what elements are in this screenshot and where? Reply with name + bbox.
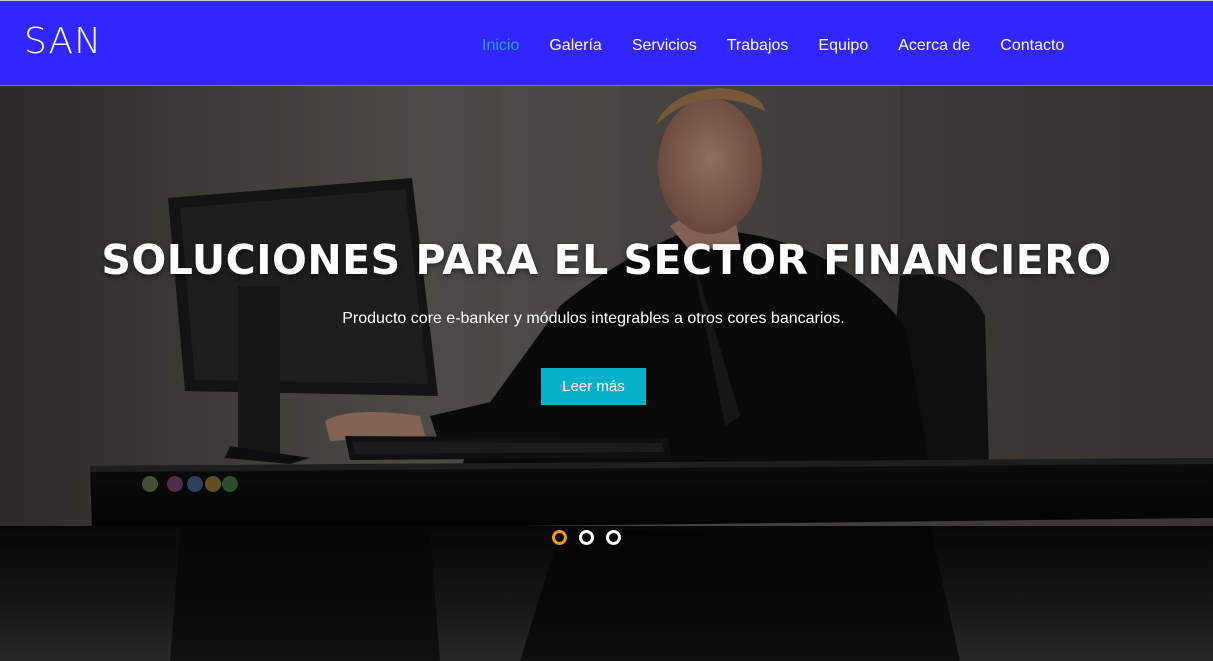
nav-link-trabajos[interactable]: Trabajos bbox=[712, 35, 804, 57]
nav-link-acerca-de[interactable]: Acerca de bbox=[883, 35, 985, 57]
nav-link-inicio[interactable]: Inicio bbox=[467, 35, 534, 57]
slide-indicator-2-icon[interactable] bbox=[579, 530, 594, 545]
nav-link-equipo[interactable]: Equipo bbox=[803, 35, 883, 57]
slide-indicator-1-icon[interactable] bbox=[552, 530, 567, 545]
slide-indicators bbox=[552, 530, 621, 545]
brand-logo[interactable]: SAN bbox=[24, 21, 102, 62]
nav-link-galeria[interactable]: Galería bbox=[534, 35, 616, 57]
hero-title: SOLUCIONES PARA EL SECTOR FINANCIERO bbox=[101, 236, 1112, 284]
top-navbar: SAN Inicio Galería Servicios Trabajos Eq… bbox=[0, 0, 1213, 86]
nav-link-contacto[interactable]: Contacto bbox=[985, 35, 1079, 57]
main-menu: Inicio Galería Servicios Trabajos Equipo… bbox=[467, 35, 1079, 57]
nav-link-servicios[interactable]: Servicios bbox=[617, 35, 712, 57]
read-more-button[interactable]: Leer más bbox=[541, 368, 646, 405]
hero-subtitle: Producto core e-banker y módulos integra… bbox=[342, 310, 845, 327]
hero-slider: SOLUCIONES PARA EL SECTOR FINANCIERO Pro… bbox=[0, 86, 1213, 661]
slide-indicator-3-icon[interactable] bbox=[606, 530, 621, 545]
